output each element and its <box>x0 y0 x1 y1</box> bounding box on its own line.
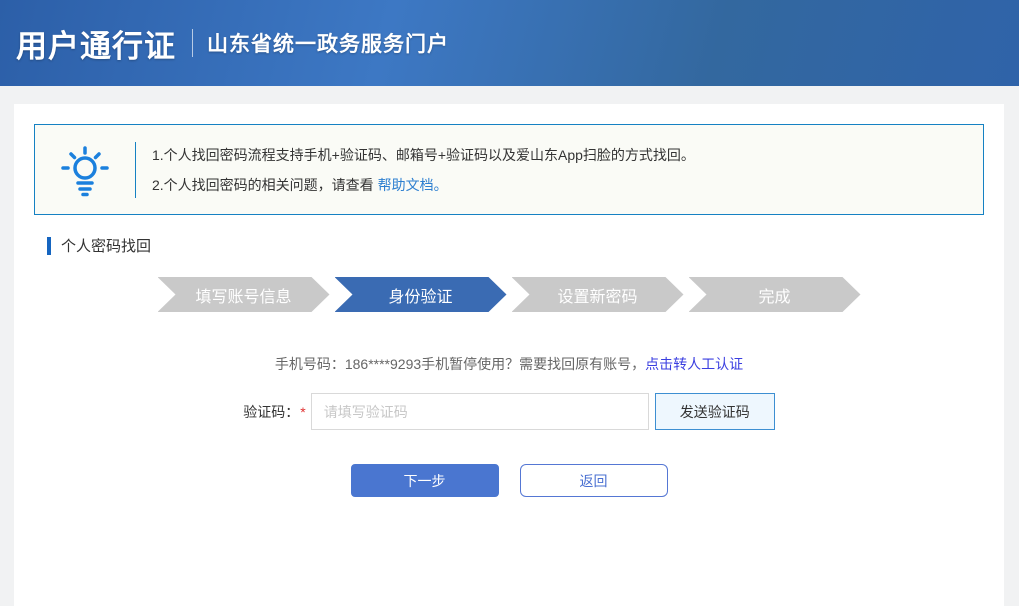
notice-line-1: 1.个人找回密码流程支持手机+验证码、邮箱号+验证码以及爱山东App扫脸的方式找… <box>152 140 695 170</box>
account-status-line: 手机号码：186****9293手机暂停使用？需要找回原有账号，点击转人工认证 <box>14 354 1004 374</box>
account-status-text: 手机号码：186****9293手机暂停使用？需要找回原有账号， <box>275 356 645 372</box>
step-fill-account-info: 填写账号信息 <box>158 277 330 312</box>
lightbulb-icon <box>35 142 135 198</box>
action-buttons: 下一步 返回 <box>14 464 1004 497</box>
notice-line-2: 2.个人找回密码的相关问题，请查看 帮助文档。 <box>152 170 695 200</box>
verification-code-input[interactable] <box>311 393 649 430</box>
page-title: 用户通行证 <box>16 21 176 66</box>
code-label-text: 验证码： <box>243 404 299 420</box>
step-complete: 完成 <box>689 277 861 312</box>
send-code-button[interactable]: 发送验证码 <box>655 393 775 430</box>
notice-line-2-suffix: 。 <box>434 177 448 193</box>
step-progress: 填写账号信息 身份验证 设置新密码 完成 <box>14 277 1004 312</box>
required-asterisk: * <box>300 404 305 420</box>
header: 用户通行证 山东省统一政务服务门户 <box>0 0 1019 86</box>
notice-text: 1.个人找回密码流程支持手机+验证码、邮箱号+验证码以及爱山东App扫脸的方式找… <box>136 140 695 200</box>
notice-box: 1.个人找回密码流程支持手机+验证码、邮箱号+验证码以及爱山东App扫脸的方式找… <box>34 124 984 215</box>
content-panel: 1.个人找回密码流程支持手机+验证码、邮箱号+验证码以及爱山东App扫脸的方式找… <box>14 104 1004 606</box>
section-header: 个人密码找回 <box>47 235 984 256</box>
title-divider <box>192 29 193 57</box>
section-title: 个人密码找回 <box>61 235 151 256</box>
section-accent-bar <box>47 237 51 255</box>
back-button[interactable]: 返回 <box>520 464 668 497</box>
step-set-new-password: 设置新密码 <box>512 277 684 312</box>
code-label: 验证码：* <box>243 402 305 422</box>
next-step-button[interactable]: 下一步 <box>351 464 499 497</box>
portal-subtitle: 山东省统一政务服务门户 <box>207 28 449 58</box>
notice-line-2-text: 2.个人找回密码的相关问题，请查看 <box>152 177 378 193</box>
verification-code-row: 验证码：* 发送验证码 <box>14 393 1004 430</box>
help-doc-link[interactable]: 帮助文档 <box>378 177 434 193</box>
step-identity-verification: 身份验证 <box>335 277 507 312</box>
manual-verification-link[interactable]: 点击转人工认证 <box>645 356 743 372</box>
